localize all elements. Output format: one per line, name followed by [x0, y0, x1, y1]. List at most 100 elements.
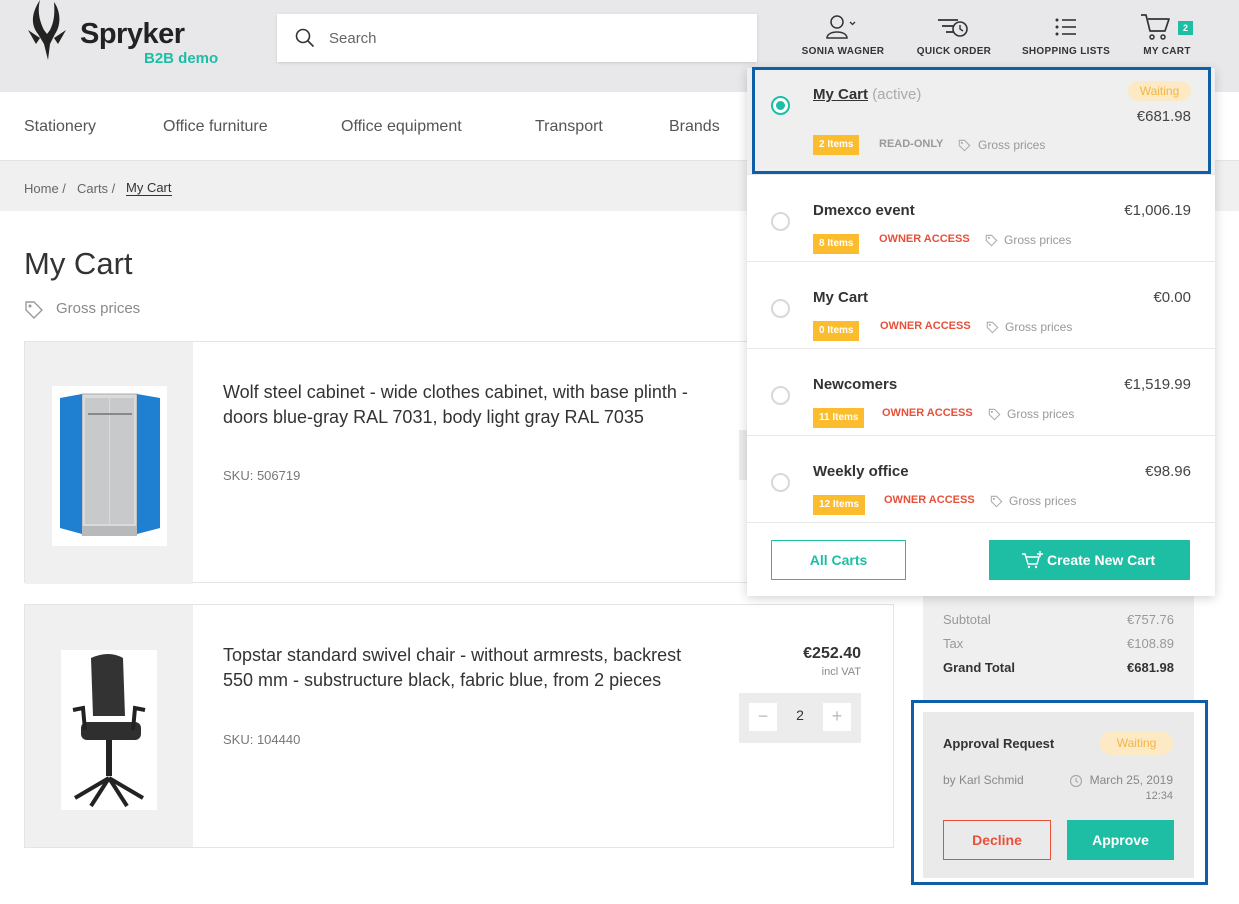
price-tag-icon	[958, 139, 971, 152]
antelope-icon	[28, 0, 66, 60]
items-badge: 12 Items	[813, 495, 866, 515]
quick-order-label: QUICK ORDER	[916, 46, 992, 57]
cart-radio[interactable]	[771, 212, 790, 231]
price-tag-icon	[990, 495, 1003, 508]
chair-image	[72, 654, 146, 808]
cart-radio[interactable]	[771, 473, 790, 492]
cart-name[interactable]: Weekly office	[813, 463, 909, 480]
price-tag-icon	[986, 321, 999, 334]
cart-name[interactable]: My Cart (active)	[813, 86, 921, 103]
gross-prices-label: Gross prices	[1007, 407, 1075, 421]
brand-subtitle: B2B demo	[144, 50, 219, 67]
approval-request-panel: Approval Request Waiting by Karl Schmid …	[923, 712, 1194, 878]
cart-price: €98.96	[1145, 463, 1191, 480]
subtotal-value: €757.76	[1127, 612, 1174, 627]
product-price: €252.40	[803, 645, 861, 662]
page-title: My Cart	[24, 246, 133, 281]
requested-by: by Karl Schmid	[943, 773, 1024, 787]
shopping-lists-label: SHOPPING LISTS	[1021, 46, 1111, 57]
increase-button[interactable]: +	[823, 703, 851, 731]
tax-value: €108.89	[1127, 636, 1174, 651]
create-new-cart-button[interactable]: Create New Cart	[989, 540, 1190, 580]
my-cart-link[interactable]: MY CART	[1138, 12, 1196, 60]
cart-price: €681.98	[1136, 108, 1191, 125]
subtotal-label: Subtotal	[943, 612, 991, 627]
cart-name[interactable]: My Cart	[813, 289, 868, 306]
add-cart-icon	[1022, 551, 1043, 569]
quantity-value[interactable]: 2	[785, 707, 815, 723]
cart-count-badge: 2	[1178, 21, 1193, 35]
tax-label: Tax	[943, 636, 964, 651]
list-icon	[1055, 18, 1076, 36]
active-tag: (active)	[872, 86, 922, 103]
product-name[interactable]: Topstar standard swivel chair - without …	[223, 643, 713, 693]
product-sku: SKU: 506719	[223, 468, 301, 483]
cart-name[interactable]: Dmexco event	[813, 202, 915, 219]
status-badge: Waiting	[1100, 731, 1173, 755]
approve-button[interactable]: Approve	[1067, 820, 1174, 860]
price-tag-icon	[25, 301, 43, 319]
category-office-furniture[interactable]: Office furniture	[163, 118, 268, 136]
quantity-stepper: − 2 +	[739, 693, 861, 743]
product-name[interactable]: Wolf steel cabinet - wide clothes cabine…	[223, 380, 713, 430]
decrease-button[interactable]: −	[749, 703, 777, 731]
category-office-equipment[interactable]: Office equipment	[341, 118, 462, 136]
quick-order-link[interactable]: QUICK ORDER	[912, 12, 996, 60]
decline-button[interactable]: Decline	[943, 820, 1051, 860]
brand-logo[interactable]: Spryker B2B demo	[24, 0, 224, 70]
items-badge: 2 Items	[813, 135, 860, 155]
product-image-cabinet[interactable]	[52, 386, 167, 546]
cart-price: €0.00	[1153, 289, 1191, 306]
cart-price: €1,519.99	[1124, 376, 1191, 393]
search-input[interactable]	[329, 14, 739, 62]
user-icon	[826, 15, 856, 39]
access-level: OWNER ACCESS	[884, 494, 975, 506]
breadcrumb-carts[interactable]: Carts /	[77, 181, 115, 196]
approval-title: Approval Request	[943, 736, 1055, 751]
price-tag-icon	[985, 234, 998, 247]
request-time: 12:34	[1145, 790, 1173, 802]
shopping-lists-link[interactable]: SHOPPING LISTS	[1018, 12, 1114, 60]
category-stationery[interactable]: Stationery	[24, 118, 96, 136]
gross-prices-label: Gross prices	[1005, 320, 1073, 334]
gross-prices-label: Gross prices	[56, 300, 141, 317]
product-sku: SKU: 104440	[223, 732, 301, 747]
cart-option[interactable]: Dmexco event €1,006.19 8 Items OWNER ACC…	[747, 175, 1215, 262]
cart-name[interactable]: Newcomers	[813, 376, 897, 393]
cart-item: Topstar standard swivel chair - without …	[24, 604, 894, 848]
items-badge: 0 Items	[813, 321, 860, 341]
grand-total-value: €681.98	[1127, 660, 1174, 675]
category-transport[interactable]: Transport	[535, 118, 603, 136]
breadcrumb-home[interactable]: Home /	[24, 181, 66, 196]
cart-summary: Subtotal €757.76 Tax €108.89 Grand Total…	[923, 594, 1194, 702]
my-cart-label: MY CART	[1143, 46, 1191, 57]
cart-option[interactable]: My Cart €0.00 0 Items OWNER ACCESS Gross…	[747, 262, 1215, 349]
vat-label: incl VAT	[821, 666, 861, 678]
search-bar[interactable]	[277, 14, 757, 62]
cart-radio[interactable]	[771, 299, 790, 318]
user-menu[interactable]: SONIA WAGNER	[798, 12, 888, 60]
brand-name: Spryker	[80, 18, 185, 50]
cart-option-active[interactable]: My Cart (active) Waiting €681.98 2 Items…	[747, 68, 1215, 175]
all-carts-button[interactable]: All Carts	[771, 540, 906, 580]
gross-prices-label: Gross prices	[1009, 494, 1077, 508]
cart-radio-selected[interactable]	[771, 96, 790, 115]
product-image-chair[interactable]	[61, 650, 157, 810]
user-name: SONIA WAGNER	[801, 46, 885, 57]
category-brands[interactable]: Brands	[669, 118, 720, 136]
request-date: March 25, 2019	[1089, 773, 1173, 787]
cart-radio[interactable]	[771, 386, 790, 405]
access-level: OWNER ACCESS	[880, 320, 971, 332]
price-tag-icon	[988, 408, 1001, 421]
gross-prices-label: Gross prices	[978, 138, 1046, 152]
access-level: OWNER ACCESS	[882, 407, 973, 419]
gross-prices-label: Gross prices	[1004, 233, 1072, 247]
create-new-cart-label: Create New Cart	[1047, 552, 1156, 568]
cart-option[interactable]: Weekly office €98.96 12 Items OWNER ACCE…	[747, 436, 1215, 523]
cart-price: €1,006.19	[1124, 202, 1191, 219]
access-level: OWNER ACCESS	[879, 233, 970, 245]
quick-order-icon	[938, 19, 968, 37]
cart-switcher-dropdown: My Cart (active) Waiting €681.98 2 Items…	[747, 68, 1215, 596]
cart-option[interactable]: Newcomers €1,519.99 11 Items OWNER ACCES…	[747, 349, 1215, 436]
cabinet-image	[60, 393, 160, 536]
